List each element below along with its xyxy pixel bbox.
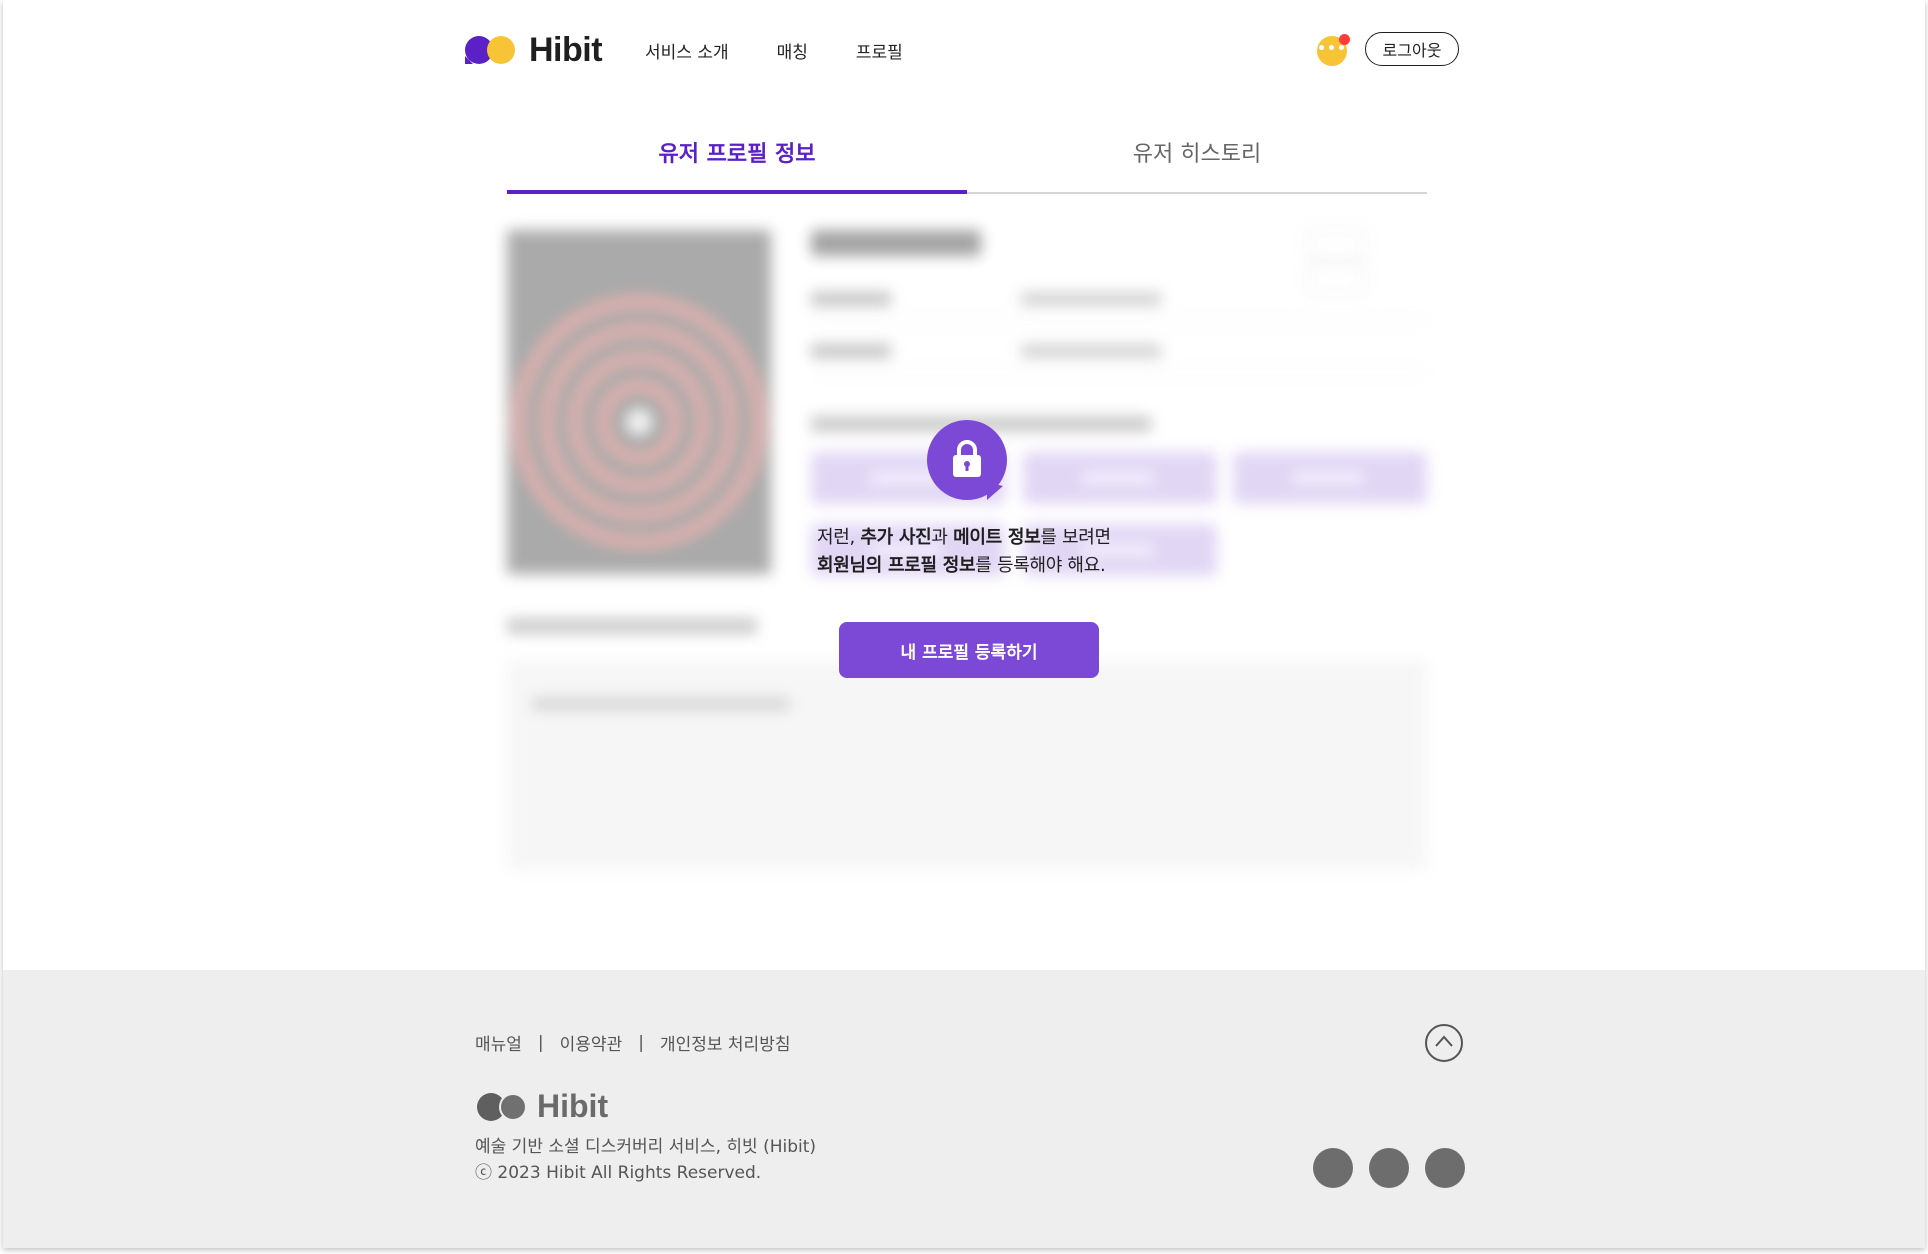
footer-logo-text: Hibit (537, 1088, 609, 1124)
page-frame: Hibit 서비스 소개 매칭 프로필 ••• 로그아웃 유저 프로필 정보 유… (3, 0, 1925, 1248)
notification-dot (1339, 34, 1350, 45)
profile-photo (507, 230, 771, 574)
nav-item-profile[interactable]: 프로필 (856, 38, 903, 63)
footer-description: 예술 기반 소셜 디스커버리 서비스, 히빗 (Hibit) ⓒ 2023 Hi… (475, 1134, 816, 1186)
service-description: 예술 기반 소셜 디스커버리 서비스, 히빗 (Hibit) (475, 1137, 817, 1157)
profile-tabs: 유저 프로필 정보 유저 히스토리 (507, 130, 1427, 194)
lock-badge (927, 420, 1007, 500)
footer-link-privacy[interactable]: 개인정보 처리방침 (660, 1030, 791, 1055)
footer-separator: | (537, 1032, 544, 1053)
main-nav: 서비스 소개 매칭 프로필 (645, 38, 951, 63)
lock-icon (953, 440, 981, 477)
logo[interactable]: Hibit (463, 30, 603, 70)
social-icon[interactable] (1313, 1148, 1353, 1188)
footer-link-manual[interactable]: 매뉴얼 (475, 1030, 522, 1055)
chat-icon[interactable]: ••• (1313, 32, 1350, 66)
copyright: ⓒ 2023 Hibit All Rights Reserved. (475, 1163, 762, 1183)
header: Hibit 서비스 소개 매칭 프로필 ••• 로그아웃 (3, 0, 1925, 100)
footer: 매뉴얼 | 이용약관 | 개인정보 처리방침 Hibit 예술 기반 소셜 디스… (3, 970, 1925, 1248)
nav-item-service-intro[interactable]: 서비스 소개 (645, 38, 729, 63)
footer-logo: Hibit (475, 1088, 608, 1125)
register-my-profile-button[interactable]: 내 프로필 등록하기 (839, 622, 1099, 678)
tab-user-history[interactable]: 유저 히스토리 (967, 130, 1427, 190)
footer-links: 매뉴얼 | 이용약관 | 개인정보 처리방침 (475, 1030, 791, 1056)
logo-icon (463, 32, 521, 68)
social-icon[interactable] (1425, 1148, 1465, 1188)
scroll-to-top-button[interactable] (1425, 1024, 1463, 1062)
logo-icon (475, 1091, 531, 1123)
tab-user-profile-info[interactable]: 유저 프로필 정보 (507, 130, 967, 194)
logo-text: Hibit (529, 30, 603, 69)
footer-separator: | (638, 1032, 644, 1053)
lock-message-line2: 회원님의 프로필 정보를 등록해야 해요. (817, 555, 1106, 576)
spiral-artwork (512, 295, 766, 549)
chevron-up-icon (1435, 1035, 1453, 1047)
footer-link-terms[interactable]: 이용약관 (560, 1030, 623, 1055)
lock-message: 저런, 추가 사진과 메이트 정보를 보려면 회원님의 프로필 정보를 등록해야… (817, 524, 1117, 580)
social-icon[interactable] (1369, 1148, 1409, 1188)
nav-item-matching[interactable]: 매칭 (777, 38, 808, 63)
lock-message-line1: 저런, 추가 사진과 메이트 정보를 보려면 (817, 527, 1111, 548)
logout-button[interactable]: 로그아웃 (1365, 32, 1459, 66)
